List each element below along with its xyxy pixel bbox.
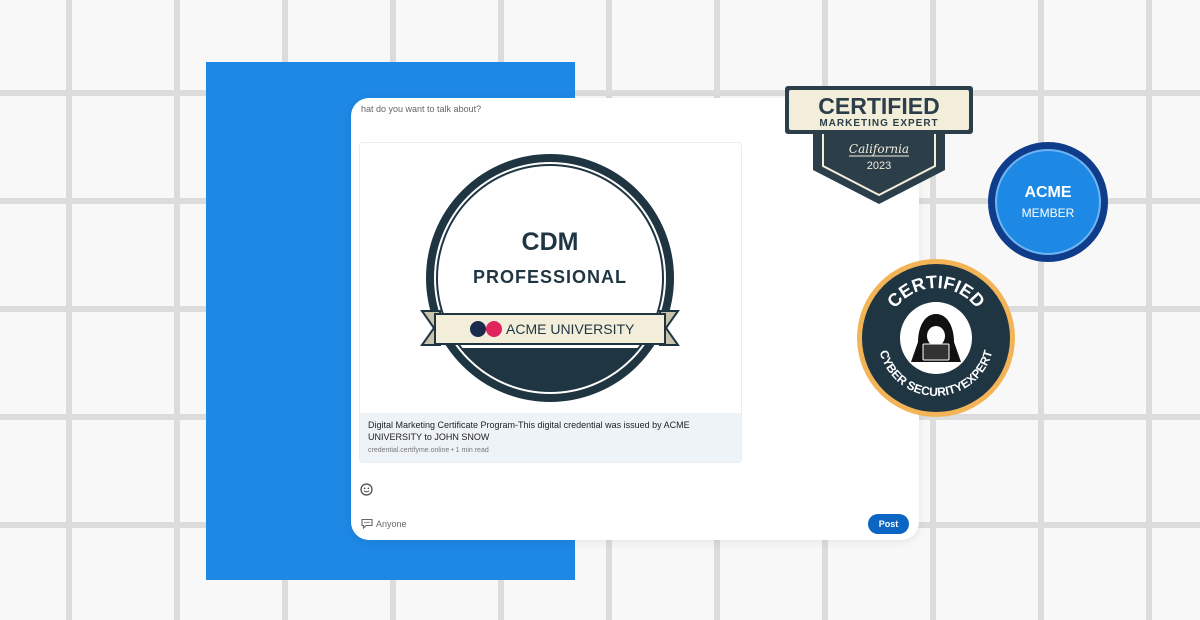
acme-title: ACME	[1024, 184, 1072, 201]
acme-member-badge: ACME MEMBER	[988, 142, 1108, 262]
ribbon-dot-pink	[486, 321, 502, 337]
post-button[interactable]: Post	[868, 514, 909, 534]
ribbon-dot-navy	[470, 321, 486, 337]
badge-preview-image: CDM PROFESSIONAL ACME UNIVERSITY	[360, 143, 741, 413]
link-preview-caption: Digital Marketing Certificate Program-Th…	[360, 413, 741, 462]
audience-label: Anyone	[376, 518, 407, 529]
marketing-title: CERTIFIED	[818, 93, 939, 119]
cdm-badge-graphic: CDM PROFESSIONAL ACME UNIVERSITY	[420, 154, 680, 402]
marketing-subtitle: MARKETING EXPERT	[819, 118, 938, 129]
audience-selector[interactable]: Anyone	[361, 518, 407, 529]
marketing-year: 2023	[867, 160, 891, 172]
link-preview-meta: credential.certifyme.online • 1 min read	[368, 447, 489, 454]
acme-member-inner: ACME MEMBER	[995, 149, 1101, 255]
link-preview-title: Digital Marketing Certificate Program-Th…	[368, 420, 690, 442]
badge-title: CDM	[522, 228, 579, 256]
link-preview-card[interactable]: CDM PROFESSIONAL ACME UNIVERSITY Digital…	[359, 142, 742, 463]
acme-subtitle: MEMBER	[1021, 206, 1075, 220]
ribbon-text: ACME UNIVERSITY	[506, 321, 635, 337]
smiley-icon	[360, 483, 373, 496]
badge-subtitle: PROFESSIONAL	[473, 267, 627, 287]
certified-marketing-badge: CERTIFIED MARKETING EXPERT California 20…	[785, 86, 973, 204]
speech-bubble-icon	[361, 518, 373, 529]
compose-prompt[interactable]: hat do you want to talk about?	[361, 104, 481, 114]
marketing-location: California	[849, 142, 909, 156]
emoji-button[interactable]	[359, 482, 374, 497]
cyber-security-badge: CERTIFIED CYBER SECURITYEXPERT	[857, 259, 1015, 417]
